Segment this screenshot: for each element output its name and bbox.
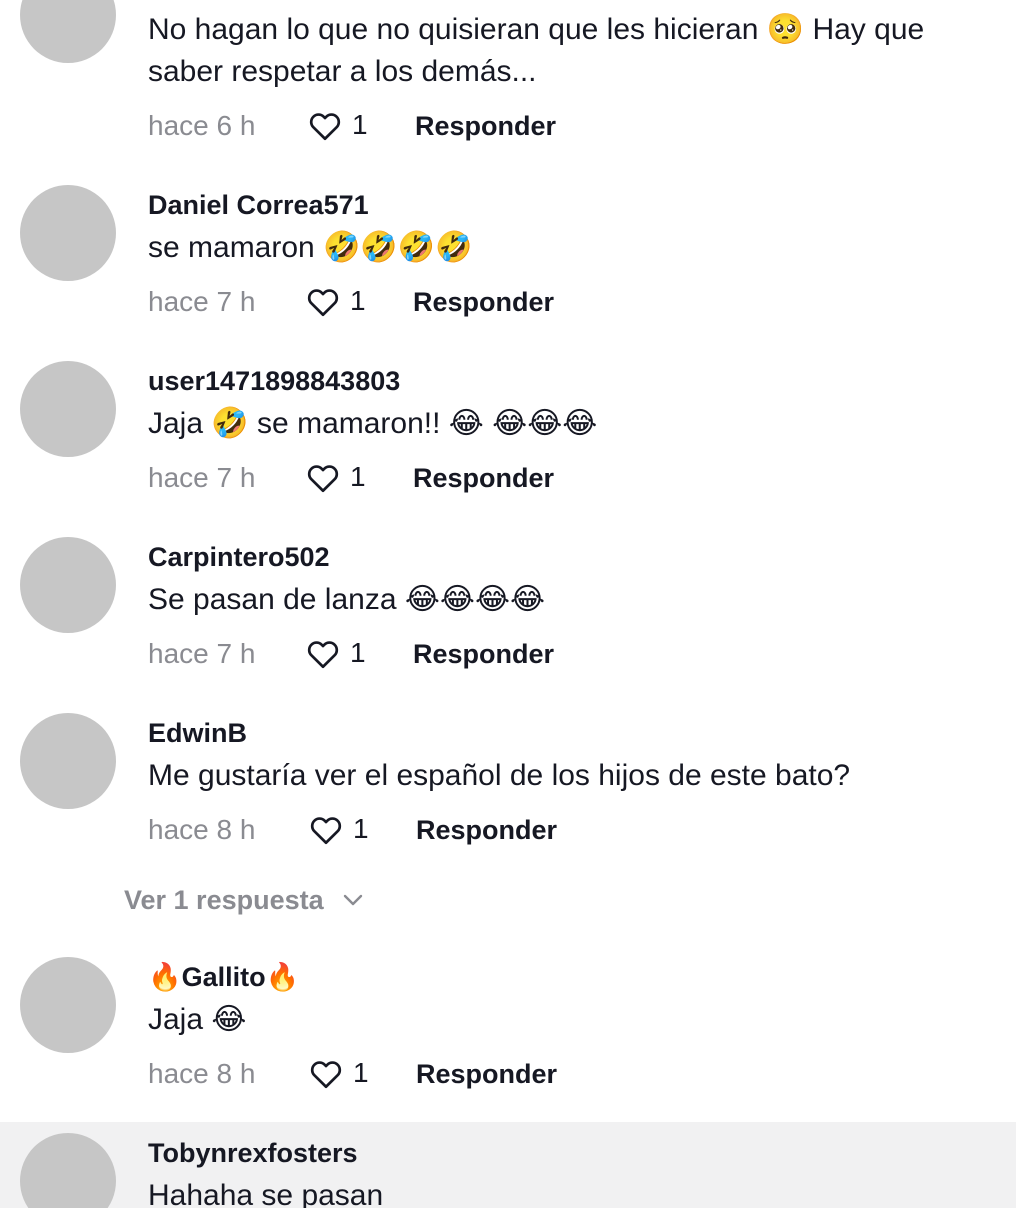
view-replies-label: Ver 1 respuesta (124, 885, 324, 915)
heart-icon[interactable] (304, 636, 342, 672)
reply-button[interactable]: Responder (416, 810, 557, 850)
comment-text: Me gustaría ver el español de los hijos … (148, 759, 851, 792)
avatar[interactable] (20, 713, 116, 809)
comment-meta: hace 8 h 1 Responder (148, 810, 748, 850)
comment-time: hace 7 h (148, 286, 256, 317)
comment-meta: hace 8 h 1 Responder (148, 1054, 748, 1094)
heart-icon[interactable] (304, 460, 342, 496)
heart-icon[interactable] (307, 1056, 345, 1092)
comment-text: Jaja 🤣 se mamaron!! 😂 😂😂😂 (148, 407, 598, 440)
like-count: 1 (353, 1057, 369, 1088)
comment-text: se mamaron 🤣🤣🤣🤣 (148, 231, 473, 264)
comment-username[interactable]: Daniel Correa571 (148, 189, 369, 221)
heart-icon[interactable] (306, 108, 344, 144)
comment-time: hace 7 h (148, 638, 256, 669)
comments-feed: No hagan lo que no quisieran que les hic… (0, 0, 1016, 1208)
heart-icon[interactable] (307, 812, 345, 848)
comment-text: Hahaha se pasan (148, 1179, 384, 1208)
chevron-down-icon (343, 894, 363, 906)
comment-username[interactable]: user1471898843803 (148, 365, 400, 397)
like-count: 1 (350, 637, 366, 668)
comment-time: hace 8 h (148, 814, 256, 845)
like-count: 1 (350, 285, 366, 316)
avatar[interactable] (20, 537, 116, 633)
view-replies-button[interactable]: Ver 1 respuesta (124, 880, 364, 920)
comment-text: No hagan lo que no quisieran que les hic… (148, 13, 925, 88)
heart-icon[interactable] (304, 284, 342, 320)
like-count: 1 (353, 813, 369, 844)
reply-button[interactable]: Responder (413, 282, 554, 322)
comment-text: Se pasan de lanza 😂😂😂😂 (148, 583, 546, 616)
comment-meta: hace 7 h 1 Responder (148, 282, 748, 322)
comment-meta: hace 7 h 1 Responder (148, 634, 748, 674)
reply-button[interactable]: Responder (416, 1054, 557, 1094)
reply-button[interactable]: Responder (413, 458, 554, 498)
comment-time: hace 8 h (148, 1058, 256, 1089)
comment-username[interactable]: Carpintero502 (148, 541, 330, 573)
avatar[interactable] (20, 185, 116, 281)
comment-meta: hace 6 h 1 Responder (148, 106, 748, 146)
comment-username[interactable]: Tobynrexfosters (148, 1137, 358, 1169)
avatar[interactable] (20, 957, 116, 1053)
avatar[interactable] (20, 361, 116, 457)
comment-username[interactable]: 🔥Gallito🔥 (148, 961, 299, 993)
reply-button[interactable]: Responder (415, 106, 556, 146)
comment-time: hace 6 h (148, 110, 256, 141)
comment-username[interactable]: EdwinB (148, 717, 247, 749)
like-count: 1 (352, 109, 368, 140)
comment-meta: hace 7 h 1 Responder (148, 458, 748, 498)
reply-button[interactable]: Responder (413, 634, 554, 674)
comment-text: Jaja 😂 (148, 1003, 247, 1036)
comment-time: hace 7 h (148, 462, 256, 493)
avatar[interactable] (20, 0, 116, 63)
like-count: 1 (350, 461, 366, 492)
